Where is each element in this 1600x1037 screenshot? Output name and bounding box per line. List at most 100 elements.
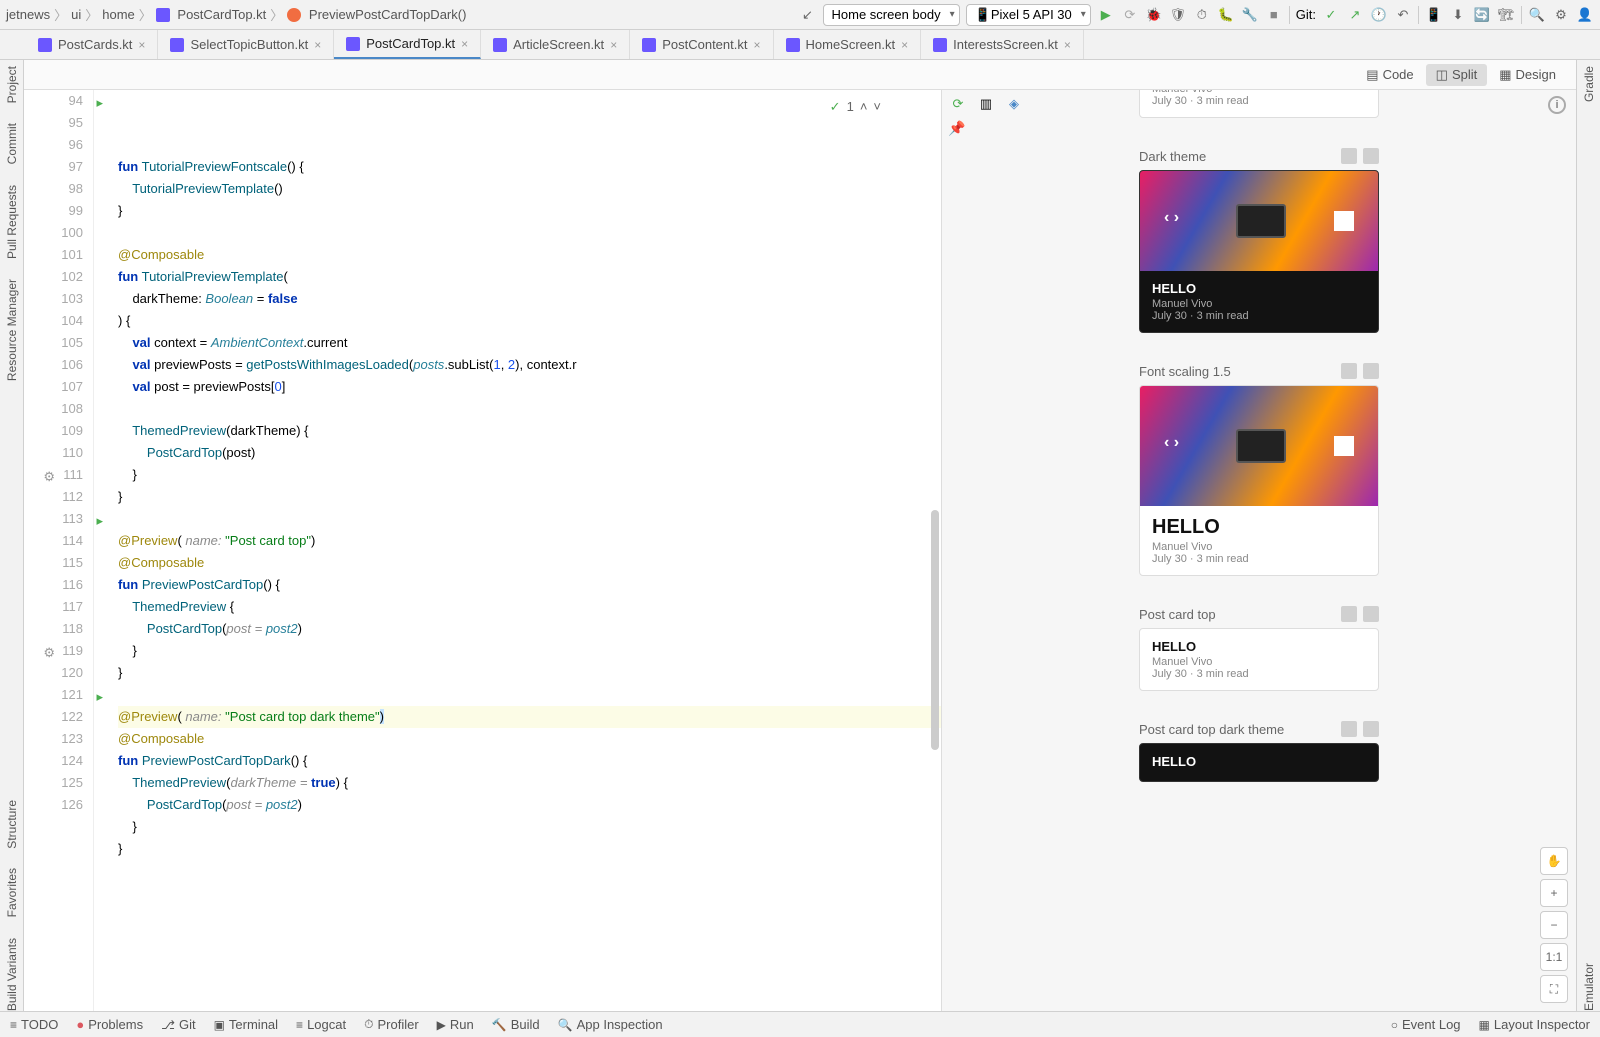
tool-emulator[interactable]: Emulator (1582, 963, 1596, 1011)
tool-pullrequests[interactable]: Pull Requests (5, 185, 19, 259)
zoom-reset-button[interactable]: 1:1 (1540, 943, 1568, 971)
git-commit-icon[interactable]: ✓ (1322, 6, 1340, 24)
breadcrumb[interactable]: jetnews〉 ui〉 home〉 PostCardTop.kt〉 Previ… (6, 5, 466, 24)
status-profiler[interactable]: ⏱ Profiler (364, 1017, 419, 1032)
zoom-in-button[interactable]: + (1540, 879, 1568, 907)
status-eventlog[interactable]: ○ Event Log (1391, 1017, 1461, 1032)
profiler-icon[interactable]: ⏱ (1193, 6, 1211, 24)
interactive-icon[interactable] (1363, 606, 1379, 622)
close-icon[interactable]: × (138, 38, 145, 52)
layers-icon[interactable]: ◈ (1004, 94, 1024, 114)
status-terminal[interactable]: ▣ Terminal (214, 1017, 278, 1032)
interactive-icon[interactable]: ▥ (976, 94, 996, 114)
status-logcat[interactable]: ≡ Logcat (296, 1017, 346, 1032)
tab-postcontent[interactable]: PostContent.kt× (630, 30, 773, 59)
preview-item[interactable]: Post card top dark themeHELLO (1139, 721, 1379, 782)
view-design-button[interactable]: ▦ Design (1489, 64, 1566, 86)
git-history-icon[interactable]: 🕐 (1370, 6, 1388, 24)
gutter: 94▸9596979899100101102103104105106107108… (24, 90, 94, 1011)
info-icon[interactable]: i (1548, 96, 1566, 114)
deploy-icon[interactable] (1341, 606, 1357, 622)
kotlin-file-icon (493, 38, 507, 52)
tool-resourcemanager[interactable]: Resource Manager (5, 279, 19, 381)
code-content[interactable]: ✓1 ˄ ˅ fun TutorialPreviewFontscale() { … (94, 90, 941, 1011)
sdk-icon[interactable]: ⬇ (1449, 6, 1467, 24)
status-build[interactable]: 🔨 Build (492, 1017, 540, 1032)
close-icon[interactable]: × (901, 38, 908, 52)
pan-icon[interactable]: ✋ (1540, 847, 1568, 875)
tool-structure[interactable]: Structure (5, 800, 19, 849)
close-icon[interactable]: × (610, 38, 617, 52)
run-icon[interactable]: ▶ (1097, 6, 1115, 24)
editor-tabs: PostCards.kt× SelectTopicButton.kt× Post… (0, 30, 1600, 60)
attach-debugger-icon[interactable]: 🐛 (1217, 6, 1235, 24)
kotlin-file-icon (38, 38, 52, 52)
user-icon[interactable]: 👤 (1576, 6, 1594, 24)
pin-icon[interactable]: 📌 (948, 120, 965, 137)
run-config-dropdown[interactable]: Home screen body (823, 4, 960, 26)
apply-icon[interactable]: ⟳ (1121, 6, 1139, 24)
view-split-button[interactable]: ◫ Split (1426, 64, 1488, 86)
status-todo[interactable]: ≡ TODO (10, 1017, 58, 1032)
tab-articlescreen[interactable]: ArticleScreen.kt× (481, 30, 630, 59)
git-label: Git: (1296, 7, 1316, 22)
main-toolbar: jetnews〉 ui〉 home〉 PostCardTop.kt〉 Previ… (0, 0, 1600, 30)
right-toolwindow-bar: Gradle Emulator (1576, 60, 1600, 1011)
tool-favorites[interactable]: Favorites (5, 868, 19, 917)
close-icon[interactable]: × (753, 38, 760, 52)
preview-item[interactable]: Manuel VivoJuly 30 · 3 min read (1139, 90, 1379, 118)
close-icon[interactable]: × (314, 38, 321, 52)
preview-item[interactable]: Post card topHELLOManuel VivoJuly 30 · 3… (1139, 606, 1379, 691)
tab-postcardtop[interactable]: PostCardTop.kt× (334, 30, 481, 59)
function-icon (287, 8, 301, 22)
interactive-icon[interactable] (1363, 148, 1379, 164)
status-git[interactable]: ⎇ Git (161, 1017, 195, 1032)
inspection-hints[interactable]: ✓1 ˄ ˅ (830, 96, 881, 118)
settings-icon[interactable]: ⚙ (1552, 6, 1570, 24)
zoom-out-button[interactable]: − (1540, 911, 1568, 939)
tool-buildvariants[interactable]: Build Variants (5, 938, 19, 1011)
device-dropdown[interactable]: 📱 Pixel 5 API 30 (966, 4, 1091, 26)
git-rollback-icon[interactable]: ↶ (1394, 6, 1412, 24)
kotlin-file-icon (346, 37, 360, 51)
sync-icon[interactable]: 🔄 (1473, 6, 1491, 24)
tab-homescreen[interactable]: HomeScreen.kt× (774, 30, 922, 59)
close-icon[interactable]: × (1064, 38, 1071, 52)
back-icon[interactable]: ↙ (799, 6, 817, 24)
tab-interestsscreen[interactable]: InterestsScreen.kt× (921, 30, 1084, 59)
status-run[interactable]: ▶ Run (437, 1017, 474, 1032)
zoom-fit-button[interactable]: ⛶ (1540, 975, 1568, 1003)
view-code-button[interactable]: ▤ Code (1356, 64, 1423, 86)
interactive-icon[interactable] (1363, 721, 1379, 737)
avd-icon[interactable]: 📱 (1425, 6, 1443, 24)
tab-postcards[interactable]: PostCards.kt× (26, 30, 158, 59)
debug-icon[interactable]: 🐞 (1145, 6, 1163, 24)
tab-selecttopic[interactable]: SelectTopicButton.kt× (158, 30, 334, 59)
scrollbar[interactable] (929, 90, 941, 1011)
preview-item[interactable]: Dark theme‹ ›HELLOManuel VivoJuly 30 · 3… (1139, 148, 1379, 333)
status-problems[interactable]: ● Problems (76, 1017, 143, 1032)
prev-highlight-icon[interactable]: ˄ (860, 96, 868, 118)
preview-item[interactable]: Font scaling 1.5‹ ›HELLOManuel VivoJuly … (1139, 363, 1379, 576)
tool-gradle[interactable]: Gradle (1582, 66, 1596, 102)
more-actions-icon[interactable]: 🔧 (1241, 6, 1259, 24)
next-highlight-icon[interactable]: ˅ (873, 96, 881, 118)
stop-icon[interactable]: ■ (1265, 6, 1283, 24)
deploy-icon[interactable] (1341, 363, 1357, 379)
refresh-icon[interactable]: ⟳ (948, 94, 968, 114)
git-push-icon[interactable]: ↗ (1346, 6, 1364, 24)
close-icon[interactable]: × (461, 37, 468, 51)
interactive-icon[interactable] (1363, 363, 1379, 379)
code-editor[interactable]: 94▸9596979899100101102103104105106107108… (24, 90, 941, 1011)
deploy-icon[interactable] (1341, 721, 1357, 737)
search-icon[interactable]: 🔍 (1528, 6, 1546, 24)
tool-commit[interactable]: Commit (5, 123, 19, 164)
status-appinspection[interactable]: 🔍 App Inspection (558, 1017, 663, 1032)
deploy-icon[interactable] (1341, 148, 1357, 164)
kotlin-file-icon (786, 38, 800, 52)
structure-icon[interactable]: 🏗 (1497, 6, 1515, 24)
tool-project[interactable]: Project (5, 66, 19, 103)
status-layoutinspector[interactable]: ▦ Layout Inspector (1479, 1017, 1590, 1032)
preview-title: Dark theme (1139, 149, 1206, 164)
coverage-icon[interactable]: 🛡 (1169, 6, 1187, 24)
